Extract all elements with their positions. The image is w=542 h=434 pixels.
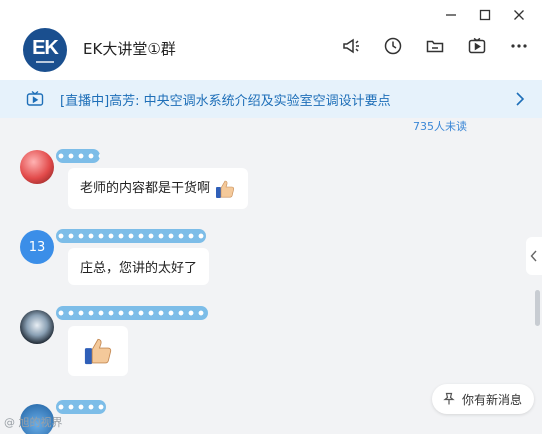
maximize-button[interactable]: [468, 4, 502, 26]
thumbs-up-emoji: [216, 180, 235, 198]
live-banner-text: [直播中]高芳: 中央空调水系统介绍及实验室空调设计要点: [60, 93, 391, 109]
thumb-pin-icon: [443, 392, 455, 405]
new-message-text: 你有新消息: [461, 392, 522, 407]
sender-name-redacted: [56, 400, 106, 414]
message-bubble[interactable]: [68, 326, 128, 376]
new-message-button[interactable]: 你有新消息: [431, 384, 534, 414]
scrollbar-thumb[interactable]: [535, 290, 540, 326]
avatar[interactable]: [20, 310, 54, 344]
chevron-right-icon: [516, 92, 525, 106]
more-icon[interactable]: [508, 35, 530, 57]
chat-title[interactable]: EK大讲堂①群: [83, 38, 176, 59]
avatar[interactable]: [20, 150, 54, 184]
message-text: 庄总，您讲的太好了: [80, 261, 198, 276]
video-icon[interactable]: [466, 35, 488, 57]
chevron-left-icon: [530, 250, 537, 262]
message-text: 老师的内容都是干货啊: [80, 181, 211, 196]
message-bubble[interactable]: 庄总，您讲的太好了: [68, 248, 210, 285]
history-clock-icon[interactable]: [382, 35, 404, 57]
minimize-button[interactable]: [434, 4, 468, 26]
folder-icon[interactable]: [424, 35, 446, 57]
sender-name-redacted: [56, 149, 100, 163]
thumbs-up-emoji: [84, 338, 112, 365]
window-controls: [434, 4, 536, 26]
tv-live-icon: [26, 90, 44, 106]
sender-name-redacted: [56, 306, 208, 320]
logo-underline: [36, 60, 54, 63]
live-banner[interactable]: [直播中]高芳: 中央空调水系统介绍及实验室空调设计要点: [0, 80, 542, 118]
group-avatar[interactable]: EK: [23, 28, 67, 72]
sender-name-redacted: [56, 229, 206, 243]
close-button[interactable]: [502, 4, 536, 26]
announcement-icon[interactable]: [340, 35, 362, 57]
side-panel-toggle[interactable]: [526, 237, 542, 275]
header-toolbar: [340, 35, 530, 57]
avatar[interactable]: 13: [20, 230, 54, 264]
message-bubble[interactable]: 老师的内容都是干货啊: [68, 168, 249, 209]
group-logo-text: EK: [32, 36, 59, 59]
watermark: @ 旭的视界: [4, 416, 63, 429]
unread-count[interactable]: 735人未读: [413, 118, 467, 134]
